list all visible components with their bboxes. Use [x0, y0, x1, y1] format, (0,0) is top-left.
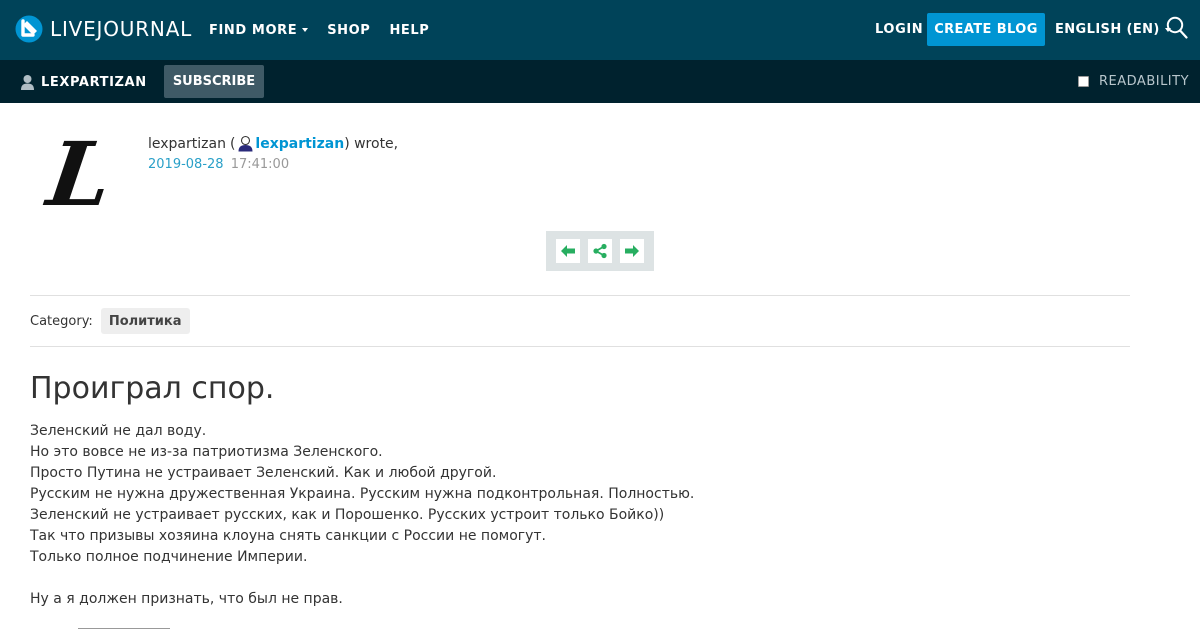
next-entry-button[interactable] — [620, 239, 644, 263]
readability-toggle[interactable]: READABILITY — [1078, 74, 1189, 89]
entry-date-link[interactable]: 2019-08-28 — [148, 157, 224, 172]
body-line: Но это вовсе не из-за патриотизма Зеленс… — [30, 444, 383, 460]
entry-title: Проиграл спор. — [30, 371, 275, 406]
body-line: Зеленский не дал воду. — [30, 423, 207, 439]
find-more-label: FIND MORE — [209, 22, 298, 38]
main-menu: FIND MORE SHOP HELP — [209, 0, 448, 60]
entry-category: Category: Политика — [30, 308, 190, 334]
help-link[interactable]: HELP — [389, 23, 429, 38]
subscribe-button[interactable]: SUBSCRIBE — [164, 65, 264, 98]
previous-entry-button[interactable] — [556, 239, 580, 263]
userpic-glyph: L — [41, 122, 119, 226]
journal-owner-link[interactable]: LEXPARTIZAN — [20, 74, 147, 90]
shop-link[interactable]: SHOP — [327, 23, 370, 38]
user-icon — [21, 75, 34, 90]
body-line: Просто Путина не устраивает Зеленский. К… — [30, 465, 497, 481]
create-blog-button[interactable]: CREATE BLOG — [927, 13, 1045, 46]
journal-owner-name: LEXPARTIZAN — [41, 74, 147, 90]
arrow-right-icon — [625, 245, 639, 257]
search-icon[interactable] — [1166, 16, 1188, 40]
readability-label: READABILITY — [1099, 74, 1190, 89]
category-tag[interactable]: Политика — [100, 308, 190, 334]
entry-byline: lexpartizan ( lexpartizan ) wrote, — [148, 135, 398, 152]
divider — [30, 295, 1130, 296]
entry-navigation — [546, 231, 654, 271]
author-name: lexpartizan — [148, 135, 226, 152]
entry-body: Зеленский не дал воду. Но это вовсе не и… — [30, 421, 694, 610]
userpic[interactable]: L — [42, 122, 118, 226]
livejournal-logo-icon — [15, 15, 43, 43]
livejournal-logo[interactable]: LIVEJOURNAL — [15, 15, 192, 43]
share-icon — [593, 243, 607, 259]
entry-datetime: 2019-08-28 17:41:00 — [148, 157, 289, 172]
body-line: Русским не нужна дружественная Украина. … — [30, 486, 695, 502]
login-link[interactable]: LOGIN — [875, 22, 923, 37]
author-profile-link[interactable]: lexpartizan — [255, 136, 344, 152]
arrow-left-icon — [561, 245, 575, 257]
journal-bar: LEXPARTIZAN SUBSCRIBE READABILITY — [0, 60, 1200, 103]
top-navigation-bar: LIVEJOURNAL FIND MORE SHOP HELP LOGIN CR… — [0, 0, 1200, 60]
entry-time: 17:41:00 — [230, 157, 290, 172]
body-line — [30, 568, 694, 589]
footer-divider — [78, 628, 170, 629]
body-line: Только полное подчинение Империи. — [30, 549, 308, 565]
readability-checkbox[interactable] — [1078, 76, 1089, 87]
body-line: Ну а я должен признать, что был не прав. — [30, 591, 343, 607]
chevron-down-icon — [302, 28, 309, 32]
ljuser-icon[interactable] — [237, 135, 254, 152]
category-label: Category: — [30, 313, 93, 329]
language-selector[interactable]: ENGLISH (EN) — [1055, 22, 1171, 37]
share-button[interactable] — [588, 239, 612, 263]
logo-wordmark: LIVEJOURNAL — [50, 17, 193, 41]
body-line: Так что призывы хозяина клоуна снять сан… — [30, 528, 547, 544]
body-line: Зеленский не устраивает русских, как и П… — [30, 507, 665, 523]
open-paren: ( — [229, 135, 236, 152]
wrote-label: ) wrote, — [344, 135, 399, 152]
language-label: ENGLISH (EN) — [1055, 22, 1160, 37]
find-more-menu[interactable]: FIND MORE — [209, 22, 309, 38]
divider — [30, 346, 1130, 347]
